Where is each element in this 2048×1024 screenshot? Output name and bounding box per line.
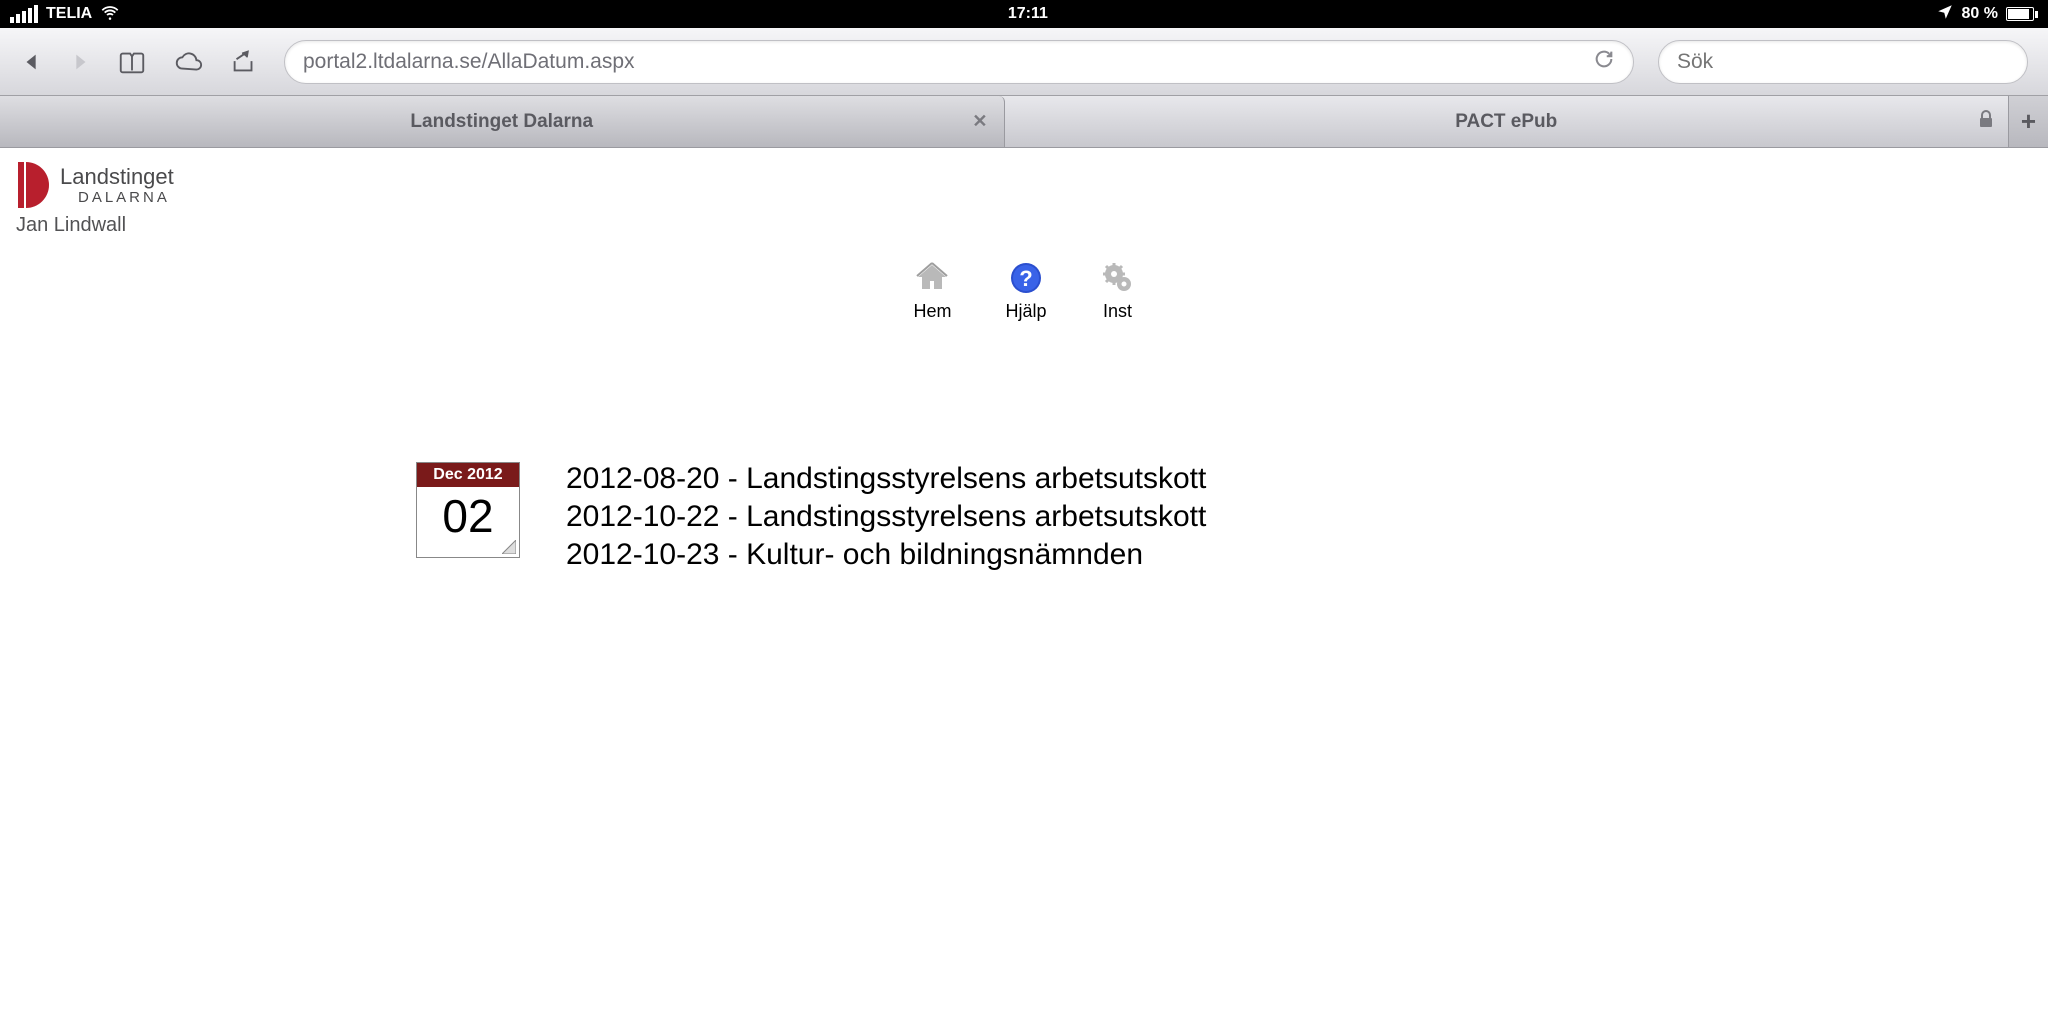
tab-label: PACT ePub bbox=[1455, 111, 1557, 133]
reload-button[interactable] bbox=[1593, 48, 1615, 75]
signal-icon bbox=[10, 5, 38, 23]
tab-landstinget[interactable]: Landstinget Dalarna ✕ bbox=[0, 96, 1005, 147]
tab-bar: Landstinget Dalarna ✕ PACT ePub + bbox=[0, 96, 2048, 148]
site-header: Landstinget DALARNA Jan Lindwall bbox=[16, 160, 2032, 237]
battery-icon bbox=[2006, 7, 2038, 21]
nav-home-label: Hem bbox=[913, 301, 951, 322]
share-button[interactable] bbox=[228, 48, 260, 76]
tab-pact-epub[interactable]: PACT ePub bbox=[1005, 96, 2009, 147]
gear-icon bbox=[1101, 261, 1135, 295]
help-icon: ? bbox=[1009, 261, 1043, 295]
home-icon bbox=[915, 261, 949, 295]
landstinget-logo-icon bbox=[16, 160, 50, 210]
event-item[interactable]: 2012-10-23 - Kultur- och bildningsnämnde… bbox=[566, 538, 1206, 572]
nav-home[interactable]: Hem bbox=[913, 261, 951, 322]
wifi-icon bbox=[100, 2, 120, 27]
logo-line1: Landstinget bbox=[60, 166, 174, 188]
event-item[interactable]: 2012-10-22 - Landstingsstyrelsens arbets… bbox=[566, 500, 1206, 534]
lock-icon bbox=[1978, 110, 1994, 134]
username-label: Jan Lindwall bbox=[16, 214, 2032, 237]
url-bar[interactable]: portal2.ltdalarna.se/AllaDatum.aspx bbox=[284, 40, 1634, 84]
tab-label: Landstinget Dalarna bbox=[410, 111, 593, 133]
nav-help[interactable]: ? Hjälp bbox=[1005, 261, 1046, 322]
cloud-button[interactable] bbox=[172, 48, 204, 76]
search-input[interactable] bbox=[1677, 50, 2009, 74]
add-tab-button[interactable]: + bbox=[2008, 96, 2048, 147]
location-icon bbox=[1936, 3, 1954, 26]
calendar-widget[interactable]: Dec 2012 02 bbox=[416, 462, 520, 558]
svg-text:?: ? bbox=[1019, 266, 1032, 291]
forward-button bbox=[68, 50, 92, 74]
nav-settings[interactable]: Inst bbox=[1101, 261, 1135, 322]
carrier-label: TELIA bbox=[46, 5, 92, 23]
event-item[interactable]: 2012-08-20 - Landstingsstyrelsens arbets… bbox=[566, 462, 1206, 496]
close-icon[interactable]: ✕ bbox=[972, 111, 987, 132]
nav-settings-label: Inst bbox=[1103, 301, 1132, 322]
page-curl-icon bbox=[502, 540, 516, 554]
nav-help-label: Hjälp bbox=[1005, 301, 1046, 322]
battery-percentage: 80 % bbox=[1962, 5, 1998, 23]
logo-line2: DALARNA bbox=[78, 190, 174, 205]
bookmarks-button[interactable] bbox=[116, 48, 148, 76]
search-bar[interactable] bbox=[1658, 40, 2028, 84]
clock: 17:11 bbox=[120, 5, 1935, 23]
page-nav: Hem ? Hjälp Inst bbox=[16, 261, 2032, 322]
calendar-month: Dec 2012 bbox=[417, 463, 519, 487]
url-text: portal2.ltdalarna.se/AllaDatum.aspx bbox=[303, 50, 1593, 74]
back-button[interactable] bbox=[20, 50, 44, 74]
event-list: 2012-08-20 - Landstingsstyrelsens arbets… bbox=[566, 462, 1206, 572]
status-bar: TELIA 17:11 80 % bbox=[0, 0, 2048, 28]
browser-toolbar: portal2.ltdalarna.se/AllaDatum.aspx bbox=[0, 28, 2048, 96]
